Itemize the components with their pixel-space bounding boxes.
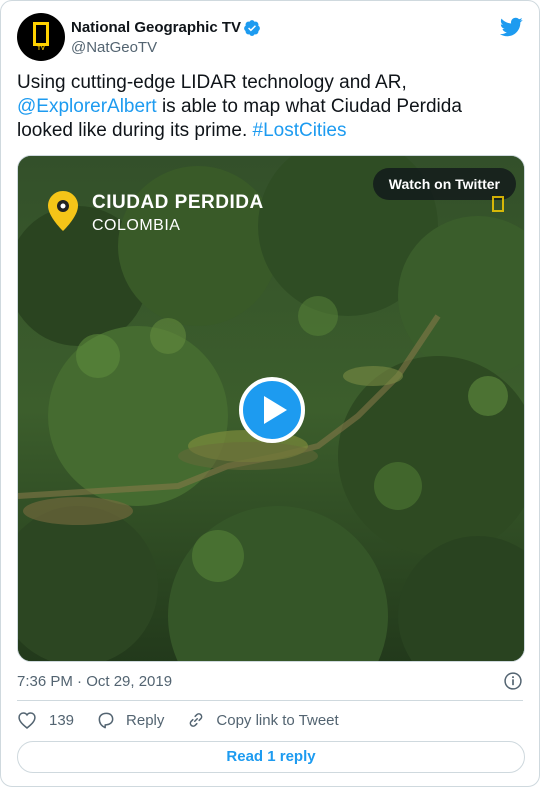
play-button[interactable] bbox=[239, 377, 305, 443]
tweet-header: TV National Geographic TV @NatGeoTV bbox=[17, 13, 523, 61]
location-text: CIUDAD PERDIDA COLOMBIA bbox=[92, 192, 264, 235]
like-count: 139 bbox=[49, 711, 75, 729]
tweet-meta: 7:36 PM · Oct 29, 2019 bbox=[17, 671, 525, 691]
handle[interactable]: @NatGeoTV bbox=[71, 39, 261, 56]
reply-label: Reply bbox=[126, 711, 165, 729]
avatar-label: TV bbox=[37, 46, 45, 52]
video-media[interactable]: CIUDAD PERDIDA COLOMBIA Watch on Twitter bbox=[17, 155, 525, 662]
tweet-card: TV National Geographic TV @NatGeoTV Usin… bbox=[0, 0, 540, 787]
action-bar: 139 Reply Copy link to Tweet bbox=[17, 709, 361, 731]
display-name[interactable]: National Geographic TV bbox=[71, 19, 241, 36]
play-icon bbox=[264, 396, 287, 424]
location-title: CIUDAD PERDIDA bbox=[92, 192, 264, 213]
location-subtitle: COLOMBIA bbox=[92, 217, 181, 234]
avatar[interactable]: TV bbox=[17, 13, 65, 61]
reply-action[interactable]: Reply bbox=[96, 710, 164, 730]
natgeo-frame-logo bbox=[33, 22, 49, 46]
info-icon[interactable] bbox=[503, 671, 523, 691]
read-replies-button[interactable]: Read 1 reply bbox=[17, 741, 525, 773]
location-overlay: CIUDAD PERDIDA COLOMBIA bbox=[46, 190, 264, 235]
mention-link[interactable]: @ExplorerAlbert bbox=[17, 96, 157, 117]
location-pin-icon bbox=[48, 191, 78, 231]
link-icon bbox=[190, 713, 203, 727]
divider bbox=[17, 700, 523, 701]
timestamp-link[interactable]: 7:36 PM · Oct 29, 2019 bbox=[17, 673, 172, 690]
like-action[interactable]: 139 bbox=[17, 710, 74, 730]
verified-badge-icon bbox=[244, 19, 260, 36]
author-names: National Geographic TV @NatGeoTV bbox=[69, 19, 261, 56]
heart-icon bbox=[18, 712, 36, 729]
reply-bubble-icon bbox=[98, 712, 114, 729]
natgeo-watermark-logo bbox=[492, 196, 504, 212]
tweet-text: Using cutting-edge LIDAR technology and … bbox=[17, 71, 521, 143]
display-name-row: National Geographic TV bbox=[71, 19, 261, 37]
hashtag-link[interactable]: #LostCities bbox=[253, 120, 347, 141]
tweet-text-start: Using cutting-edge LIDAR technology and … bbox=[17, 72, 407, 93]
twitter-bird-icon[interactable] bbox=[499, 15, 523, 39]
copy-link-action[interactable]: Copy link to Tweet bbox=[186, 710, 339, 730]
copy-link-label: Copy link to Tweet bbox=[216, 711, 339, 729]
